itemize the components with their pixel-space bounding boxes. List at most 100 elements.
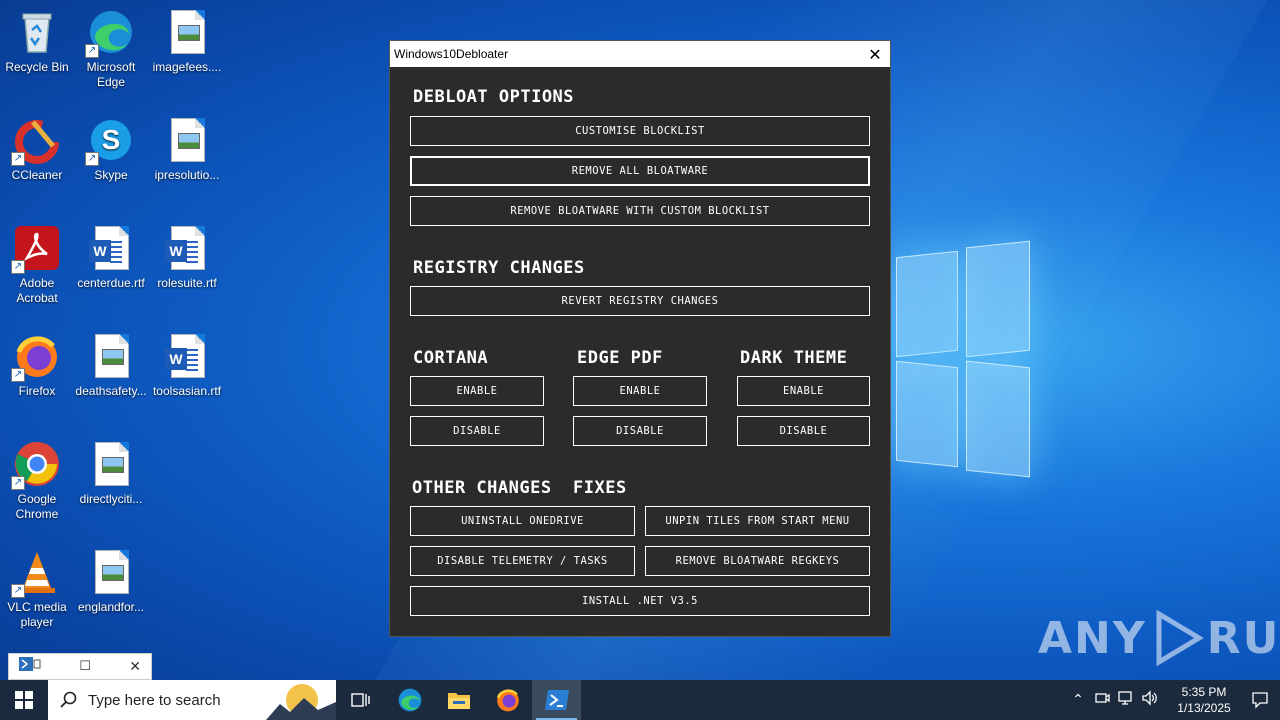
desktop-icon-imagefees[interactable]: imagefees....	[149, 8, 225, 75]
edge-icon	[398, 688, 421, 712]
folder-icon	[447, 693, 470, 709]
remove-bloatware-custom-button[interactable]: REMOVE BLOATWARE WITH CUSTOM BLOCKLIST	[410, 196, 870, 226]
task-view-icon	[350, 693, 370, 707]
image-file-icon	[87, 548, 135, 596]
dark-theme-enable-button[interactable]: ENABLE	[737, 376, 870, 406]
edge-pdf-disable-button[interactable]: DISABLE	[573, 416, 707, 446]
customise-blocklist-button[interactable]: CUSTOMISE BLOCKLIST	[410, 116, 870, 146]
section-heading-debloat: DEBLOAT OPTIONS	[413, 87, 575, 107]
word-document-icon: W	[87, 224, 135, 272]
powershell-icon	[544, 690, 569, 710]
shortcut-arrow-icon: ↗	[11, 152, 25, 166]
desktop-icon-recycle-bin[interactable]: Recycle Bin	[0, 8, 75, 75]
desktop-icon-label: centerdue.rtf	[77, 276, 145, 290]
firefox-icon: ↗	[11, 332, 61, 382]
desktop-icon-adobe-acrobat[interactable]: ↗ Adobe Acrobat	[0, 224, 75, 306]
desktop-icon-rolesuite[interactable]: W rolesuite.rtf	[149, 224, 225, 291]
desktop-icon-label: deathsafety...	[75, 384, 147, 398]
desktop-icon-label: Microsoft Edge	[86, 60, 136, 89]
shortcut-arrow-icon: ↗	[11, 584, 25, 598]
desktop-icon-label: CCleaner	[11, 168, 63, 182]
search-highlight-image-icon	[266, 684, 336, 720]
meet-now-icon[interactable]	[1090, 690, 1114, 710]
search-icon	[60, 691, 77, 708]
desktop-icon-label: Skype	[94, 168, 128, 182]
desktop-icon-centerdue[interactable]: W centerdue.rtf	[73, 224, 149, 291]
close-icon[interactable]: ✕	[129, 659, 141, 675]
desktop-icon-toolsasian[interactable]: W toolsasian.rtf	[149, 332, 225, 399]
start-button[interactable]	[0, 680, 48, 720]
desktop-icon-label: englandfor...	[77, 600, 145, 614]
shortcut-arrow-icon: ↗	[11, 476, 25, 490]
unpin-tiles-button[interactable]: UNPIN TILES FROM START MENU	[645, 506, 870, 536]
edge-pdf-enable-button[interactable]: ENABLE	[573, 376, 707, 406]
cortana-enable-button[interactable]: ENABLE	[410, 376, 544, 406]
search-placeholder: Type here to search	[88, 691, 221, 709]
dark-theme-disable-button[interactable]: DISABLE	[737, 416, 870, 446]
desktop-icon-label: toolsasian.rtf	[152, 384, 222, 398]
disable-telemetry-button[interactable]: DISABLE TELEMETRY / TASKS	[410, 546, 635, 576]
desktop-icon-vlc[interactable]: ↗ VLC media player	[0, 548, 75, 630]
cortana-disable-button[interactable]: DISABLE	[410, 416, 544, 446]
taskbar-preview-window[interactable]: ☐ ✕	[8, 653, 152, 680]
play-triangle-icon	[1156, 609, 1204, 667]
taskbar-file-explorer-button[interactable]	[434, 680, 483, 720]
desktop-icon-firefox[interactable]: ↗ Firefox	[0, 332, 75, 399]
section-heading-edge-pdf: EDGE PDF	[577, 348, 663, 368]
desktop-icon-directlyciti[interactable]: directlyciti...	[73, 440, 149, 507]
desktop-icon-label: Firefox	[18, 384, 56, 398]
recycle-bin-icon	[13, 8, 61, 56]
desktop-icon-deathsafety[interactable]: deathsafety...	[73, 332, 149, 399]
image-file-icon	[163, 8, 211, 56]
debloater-window: Windows10Debloater ✕ DEBLOAT OPTIONS CUS…	[389, 40, 891, 637]
system-tray: ⌃ 5:35 PM 1/13/2025	[1066, 680, 1280, 720]
desktop-icon-label: Recycle Bin	[5, 60, 69, 74]
uninstall-onedrive-button[interactable]: UNINSTALL ONEDRIVE	[410, 506, 635, 536]
taskbar-edge-button[interactable]	[385, 680, 434, 720]
chevron-up-icon[interactable]: ⌃	[1066, 692, 1090, 708]
taskbar-clock[interactable]: 5:35 PM 1/13/2025	[1168, 684, 1240, 716]
ccleaner-icon: ↗	[11, 116, 61, 166]
remove-regkeys-button[interactable]: REMOVE BLOATWARE REGKEYS	[645, 546, 870, 576]
desktop-icon-label: VLC media player	[7, 600, 67, 629]
maximize-icon[interactable]: ☐	[79, 659, 91, 674]
word-document-icon: W	[163, 332, 211, 380]
volume-icon[interactable]	[1138, 690, 1162, 710]
desktop-icon-google-chrome[interactable]: ↗ Google Chrome	[0, 440, 75, 522]
window-titlebar[interactable]: Windows10Debloater ✕	[390, 41, 890, 67]
desktop-icon-label: rolesuite.rtf	[157, 276, 217, 290]
taskbar-powershell-button[interactable]	[532, 680, 581, 720]
anyrun-watermark: ANY RUN	[1038, 608, 1280, 668]
desktop-icon-ipresolution[interactable]: ipresolutio...	[149, 116, 225, 183]
section-heading-registry: REGISTRY CHANGES	[413, 258, 585, 278]
taskbar-search-box[interactable]: Type here to search	[48, 680, 336, 720]
task-view-button[interactable]	[336, 680, 385, 720]
desktop-icon-microsoft-edge[interactable]: ↗ Microsoft Edge	[73, 8, 149, 90]
desktop-icon-skype[interactable]: S ↗ Skype	[73, 116, 149, 183]
word-document-icon: W	[163, 224, 211, 272]
shortcut-arrow-icon: ↗	[85, 152, 99, 166]
acrobat-icon: ↗	[11, 224, 61, 274]
desktop-icon-ccleaner[interactable]: ↗ CCleaner	[0, 116, 75, 183]
svg-text:S: S	[102, 124, 121, 155]
window-content: DEBLOAT OPTIONS CUSTOMISE BLOCKLIST REMO…	[390, 67, 890, 637]
chrome-icon: ↗	[11, 440, 61, 490]
notification-icon	[1252, 692, 1268, 709]
wallpaper-windows-logo	[896, 240, 1030, 480]
desktop-icon-label: imagefees....	[152, 60, 222, 74]
close-icon[interactable]: ✕	[860, 41, 890, 67]
network-icon[interactable]	[1114, 690, 1138, 710]
clock-time: 5:35 PM	[1181, 685, 1227, 699]
window-title: Windows10Debloater	[394, 47, 509, 61]
action-center-button[interactable]	[1240, 691, 1280, 709]
install-net-button[interactable]: INSTALL .NET V3.5	[410, 586, 870, 616]
revert-registry-button[interactable]: REVERT REGISTRY CHANGES	[410, 286, 870, 316]
shortcut-arrow-icon: ↗	[11, 260, 25, 274]
edge-icon: ↗	[85, 8, 135, 58]
taskbar-firefox-button[interactable]	[483, 680, 532, 720]
shortcut-arrow-icon: ↗	[11, 368, 25, 382]
shortcut-arrow-icon: ↗	[85, 44, 99, 58]
section-heading-dark-theme: DARK THEME	[740, 348, 848, 368]
remove-all-bloatware-button[interactable]: REMOVE ALL BLOATWARE	[410, 156, 870, 186]
desktop-icon-englandfor[interactable]: englandfor...	[73, 548, 149, 615]
